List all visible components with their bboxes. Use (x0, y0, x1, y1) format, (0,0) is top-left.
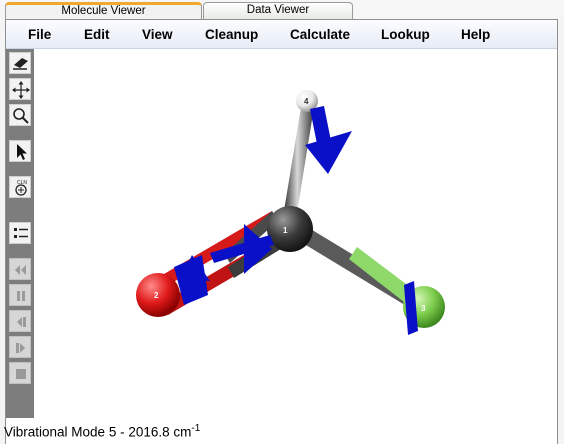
menu-cleanup[interactable]: Cleanup (205, 27, 258, 42)
vibrational-mode-status: Vibrational Mode 5 - 2016.8 cm-1 (4, 423, 200, 440)
eraser-icon (13, 58, 28, 70)
rewind-button[interactable] (9, 258, 31, 280)
move-arrows-icon (12, 81, 30, 99)
step-back-icon (17, 317, 26, 327)
bond-c-h (283, 101, 315, 219)
move-tool-button[interactable] (9, 78, 31, 100)
rewind-icon (15, 265, 26, 275)
atom-carbon[interactable]: 1 (267, 206, 313, 252)
molecule-viewport[interactable]: 2 1 3 4 (34, 49, 557, 418)
eraser-tool-button[interactable] (9, 52, 31, 74)
molecule-canvas: 2 1 3 4 (136, 90, 445, 335)
select-arrow-icon (17, 144, 27, 160)
clean-structure-button[interactable]: CLN (9, 176, 31, 198)
step-forward-icon (16, 343, 25, 353)
stop-icon (16, 369, 26, 379)
atom-label-3: 3 (421, 304, 426, 313)
menu-lookup[interactable]: Lookup (381, 27, 430, 42)
step-back-button[interactable] (9, 310, 31, 332)
menu-help[interactable]: Help (461, 27, 490, 42)
atom-label-1: 1 (283, 226, 288, 235)
menu-file[interactable]: File (28, 27, 51, 42)
menu-calculate[interactable]: Calculate (290, 27, 350, 42)
status-text: Vibrational Mode 5 - 2016.8 cm (4, 424, 192, 440)
tab-molecule-viewer[interactable]: Molecule Viewer (5, 2, 202, 19)
menu-bar: File Edit View Cleanup Calculate Lookup … (6, 20, 557, 49)
list-view-button[interactable] (9, 222, 31, 244)
status-bar: Vibrational Mode 5 - 2016.8 cm-1 (4, 418, 557, 444)
atom-label-2: 2 (154, 291, 159, 300)
menu-edit[interactable]: Edit (84, 27, 110, 42)
pause-button[interactable] (9, 284, 31, 306)
stop-button[interactable] (9, 362, 31, 384)
select-tool-button[interactable] (9, 140, 31, 162)
menu-view[interactable]: View (142, 27, 173, 42)
clean-structure-icon: CLN (15, 180, 27, 196)
zoom-magnifier-icon (13, 108, 29, 124)
pause-icon (17, 291, 25, 301)
status-superscript: -1 (191, 423, 201, 434)
tab-data-viewer[interactable]: Data Viewer (203, 2, 353, 19)
atom-oxygen[interactable]: 2 (136, 273, 180, 317)
vibration-vector-h (305, 106, 352, 174)
step-forward-button[interactable] (9, 336, 31, 358)
tool-palette: CLN (6, 49, 34, 418)
zoom-tool-button[interactable] (9, 104, 31, 126)
atom-label-4: 4 (304, 97, 309, 106)
list-icon (14, 228, 28, 238)
tab-bar: Molecule Viewer Data Viewer (0, 0, 564, 20)
